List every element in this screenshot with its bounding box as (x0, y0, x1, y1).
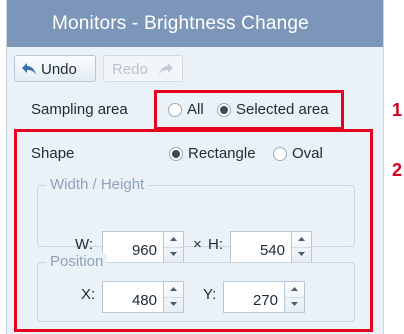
x-label: X: (81, 286, 96, 303)
brightness-change-panel: Monitors - Brightness Change Undo Redo S… (6, 0, 384, 334)
chevron-down-icon (298, 252, 305, 256)
y-decrement-button[interactable] (285, 297, 304, 312)
shape-rectangle-label: Rectangle (188, 145, 256, 162)
redo-arrow-icon (159, 63, 173, 75)
redo-button[interactable]: Redo (103, 55, 183, 82)
y-stepper-arrows (285, 281, 305, 313)
shape-label: Shape (31, 145, 75, 162)
redo-label: Redo (112, 61, 148, 78)
undo-arrow-icon (22, 63, 36, 75)
y-label: Y: (203, 286, 217, 303)
chevron-up-icon (298, 237, 305, 241)
x-field[interactable]: 480 (102, 281, 164, 313)
undo-label: Undo (41, 61, 77, 78)
width-increment-button[interactable] (164, 232, 183, 248)
width-stepper-arrows (164, 231, 184, 263)
undo-button[interactable]: Undo (14, 55, 96, 82)
shape-oval-radio[interactable] (273, 147, 287, 161)
chevron-down-icon (291, 302, 298, 306)
chevron-down-icon (170, 252, 177, 256)
size-separator: × (193, 236, 202, 253)
chevron-up-icon (170, 237, 177, 241)
annotation-marker-1: 1 (392, 100, 403, 120)
sampling-area-label: Sampling area (31, 101, 128, 118)
y-increment-button[interactable] (285, 282, 304, 298)
sampling-all-label: All (187, 101, 204, 118)
width-decrement-button[interactable] (164, 247, 183, 262)
x-stepper-arrows (164, 281, 184, 313)
chevron-down-icon (170, 302, 177, 306)
width-height-title: Width / Height (46, 176, 149, 193)
height-label: H: (208, 236, 223, 253)
height-field[interactable]: 540 (230, 231, 292, 263)
position-title: Position (46, 253, 108, 270)
x-increment-button[interactable] (164, 282, 183, 298)
width-field[interactable]: 960 (102, 231, 164, 263)
height-increment-button[interactable] (292, 232, 311, 248)
shape-oval-label: Oval (292, 145, 323, 162)
height-decrement-button[interactable] (292, 247, 311, 262)
sampling-selected-area-label: Selected area (236, 101, 329, 118)
panel-title: Monitors - Brightness Change (7, 0, 383, 47)
chevron-up-icon (291, 287, 298, 291)
width-label: W: (75, 236, 94, 253)
x-decrement-button[interactable] (164, 297, 183, 312)
annotation-marker-2: 2 (392, 160, 403, 180)
height-stepper-arrows (292, 231, 312, 263)
sampling-selected-area-radio[interactable] (217, 103, 231, 117)
chevron-up-icon (170, 287, 177, 291)
y-field[interactable]: 270 (223, 281, 285, 313)
sampling-all-radio[interactable] (168, 103, 182, 117)
shape-rectangle-radio[interactable] (169, 147, 183, 161)
